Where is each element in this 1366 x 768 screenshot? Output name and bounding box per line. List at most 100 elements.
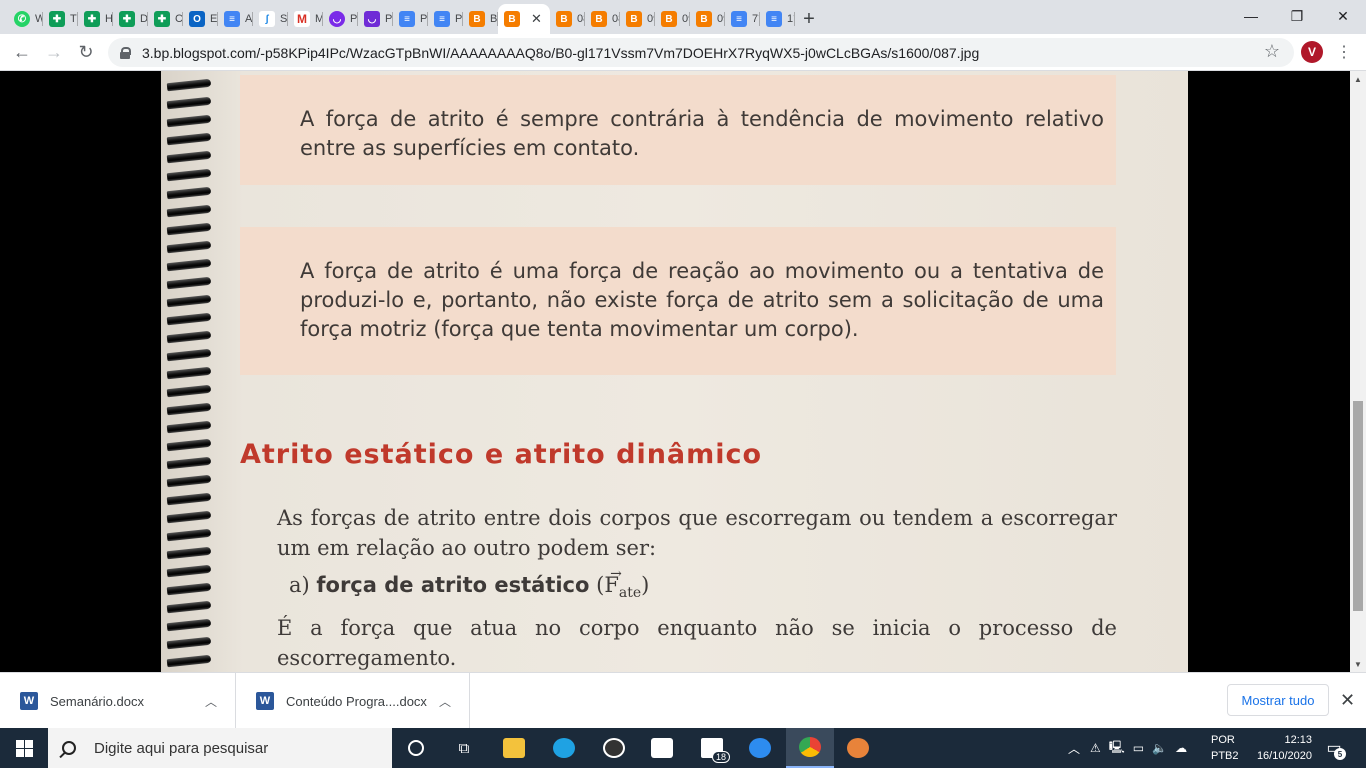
browser-tab[interactable]: ʃ Se [253,4,288,34]
browser-tab[interactable]: B 08 [550,4,585,34]
tab-label: 09 [647,13,655,25]
tab-label: 7° [752,13,760,25]
highlight-box-1: A força de atrito é sempre contrária à t… [240,75,1116,185]
warning-icon[interactable]: ⚠ [1090,741,1101,755]
app-button[interactable] [834,728,882,768]
chevron-up-icon[interactable]: ︿ [439,693,451,710]
browser-tab[interactable]: ≡ 7° [725,4,760,34]
browser-tab[interactable]: B 09 [620,4,655,34]
browser-tab[interactable]: ≡ Pla [393,4,428,34]
close-window-button[interactable]: ✕ [1320,0,1366,32]
onedrive-cloud-icon[interactable]: ☁ [1175,741,1187,755]
app-button[interactable] [736,728,784,768]
start-button[interactable] [0,728,48,768]
tab-close-icon[interactable]: ✕ [531,11,542,27]
store-button[interactable] [638,728,686,768]
binding-coil [166,474,212,488]
task-view-icon: ⧉ [458,739,470,757]
binding-coil [166,276,212,290]
browser-tab[interactable]: ✚ CN [148,4,183,34]
back-button[interactable]: ← [10,40,34,64]
binding-coil [166,312,212,326]
binding-coil [166,564,212,578]
cortana-circle-icon [408,740,424,756]
mail-button[interactable]: 18 [688,728,736,768]
chevron-up-icon[interactable]: ︿ [205,693,217,710]
browser-tab[interactable]: ◡ Pli [323,4,358,34]
address-bar[interactable]: 3.bp.blogspot.com/-p58KPip4IPc/WzacGTpBn… [108,38,1294,67]
network-icon[interactable]: 🖳 [1109,738,1125,759]
download-item[interactable]: W Conteúdo Progra....docx ︿ [236,673,470,729]
browser-tab[interactable]: O En [183,4,218,34]
bookmark-star-icon[interactable]: ☆ [1264,41,1280,62]
binding-coil [166,186,212,200]
binding-coil [166,114,212,128]
browser-tab[interactable]: ≡ 1° [760,4,795,34]
chrome-taskbar-button[interactable] [786,728,834,768]
taskbar-search-box[interactable]: Digite aqui para pesquisar [48,728,392,768]
show-all-button[interactable]: Mostrar tudo [1227,684,1329,716]
browser-tab[interactable]: ≡ At [218,4,253,34]
sheets-icon: ✚ [154,11,170,27]
section-title: Atrito estático e atrito dinâmico [240,439,763,470]
browser-tab[interactable]: B 09 [690,4,725,34]
language-indicator[interactable]: POR PTB2 [1211,732,1239,764]
show-hidden-icons-button[interactable]: ︿ [1068,728,1080,768]
binding-coil [166,384,212,398]
browser-tab[interactable]: ◡ PL [358,4,393,34]
tab-label: PL [385,13,393,25]
download-filename: Semanário.docx [50,693,144,709]
browser-tab[interactable]: ✚ Tra [43,4,78,34]
cortana-button[interactable] [392,728,440,768]
browser-tab[interactable]: ✆ W [8,4,43,34]
battery-icon[interactable]: ▭ [1133,741,1144,755]
url-text[interactable]: 3.bp.blogspot.com/-p58KPip4IPc/WzacGTpBn… [142,45,979,61]
profile-avatar[interactable]: V [1301,41,1323,63]
scroll-down-arrow-icon[interactable]: ▼ [1350,656,1366,672]
forward-button[interactable]: → [42,40,66,64]
chrome-icon [799,737,821,757]
whatsapp-icon: ✆ [14,11,30,27]
browser-tab[interactable]: B ✕ [498,4,550,34]
minimize-button[interactable]: — [1228,0,1274,32]
browser-toolbar: ← → ↻ 3.bp.blogspot.com/-p58KPip4IPc/Wza… [0,34,1366,71]
binding-coil [166,132,212,146]
blogger-icon: B [469,11,485,27]
browser-tab[interactable]: B 09 [655,4,690,34]
scrollbar-thumb[interactable] [1353,401,1363,611]
browser-tab[interactable]: ≡ Pla [428,4,463,34]
binding-coil [166,510,212,524]
obs-button[interactable] [590,728,638,768]
browser-tab[interactable]: ✚ Di [113,4,148,34]
baseball-glove-icon [847,738,869,758]
highlight-text-2: A força de atrito é uma força de reação … [300,259,1104,341]
new-tab-button[interactable]: + [795,4,823,34]
blogger-icon: B [626,11,642,27]
binding-coil [166,420,212,434]
reload-button[interactable]: ↻ [74,40,98,64]
binding-coil [166,258,212,272]
browser-tab[interactable]: ✚ He [78,4,113,34]
docs-icon: ≡ [731,11,747,27]
task-view-button[interactable]: ⧉ [440,728,488,768]
tab-label: En [210,13,218,25]
tabs-container: ✆W✚Tra✚He✚Di✚CNOEn≡AtʃSeMM◡Pli◡PL≡Pla≡Pl… [0,4,795,34]
browser-tab[interactable]: B 08 [585,4,620,34]
notification-center-button[interactable]: ▭ 5 [1322,736,1346,760]
scroll-up-arrow-icon[interactable]: ▲ [1350,71,1366,87]
tray-icons[interactable]: ⚠ 🖳 ▭ 🔈 ☁ [1090,728,1187,768]
edge-button[interactable] [540,728,588,768]
maximize-button[interactable]: ❐ [1274,0,1320,32]
chrome-menu-icon[interactable]: ⋮ [1336,42,1352,62]
vertical-scrollbar[interactable]: ▲ ▼ [1350,71,1366,672]
file-explorer-button[interactable] [490,728,538,768]
clock[interactable]: 12:13 16/10/2020 [1250,732,1312,764]
browser-tab[interactable]: MM [288,4,323,34]
close-shelf-icon[interactable]: ✕ [1340,690,1355,711]
binding-coil [166,78,212,92]
page-viewport: A força de atrito é sempre contrária à t… [0,71,1350,672]
browser-tab[interactable]: B Bl [463,4,498,34]
volume-icon[interactable]: 🔈 [1152,741,1167,755]
lock-icon[interactable] [120,46,131,59]
download-item[interactable]: W Semanário.docx ︿ [0,673,236,729]
